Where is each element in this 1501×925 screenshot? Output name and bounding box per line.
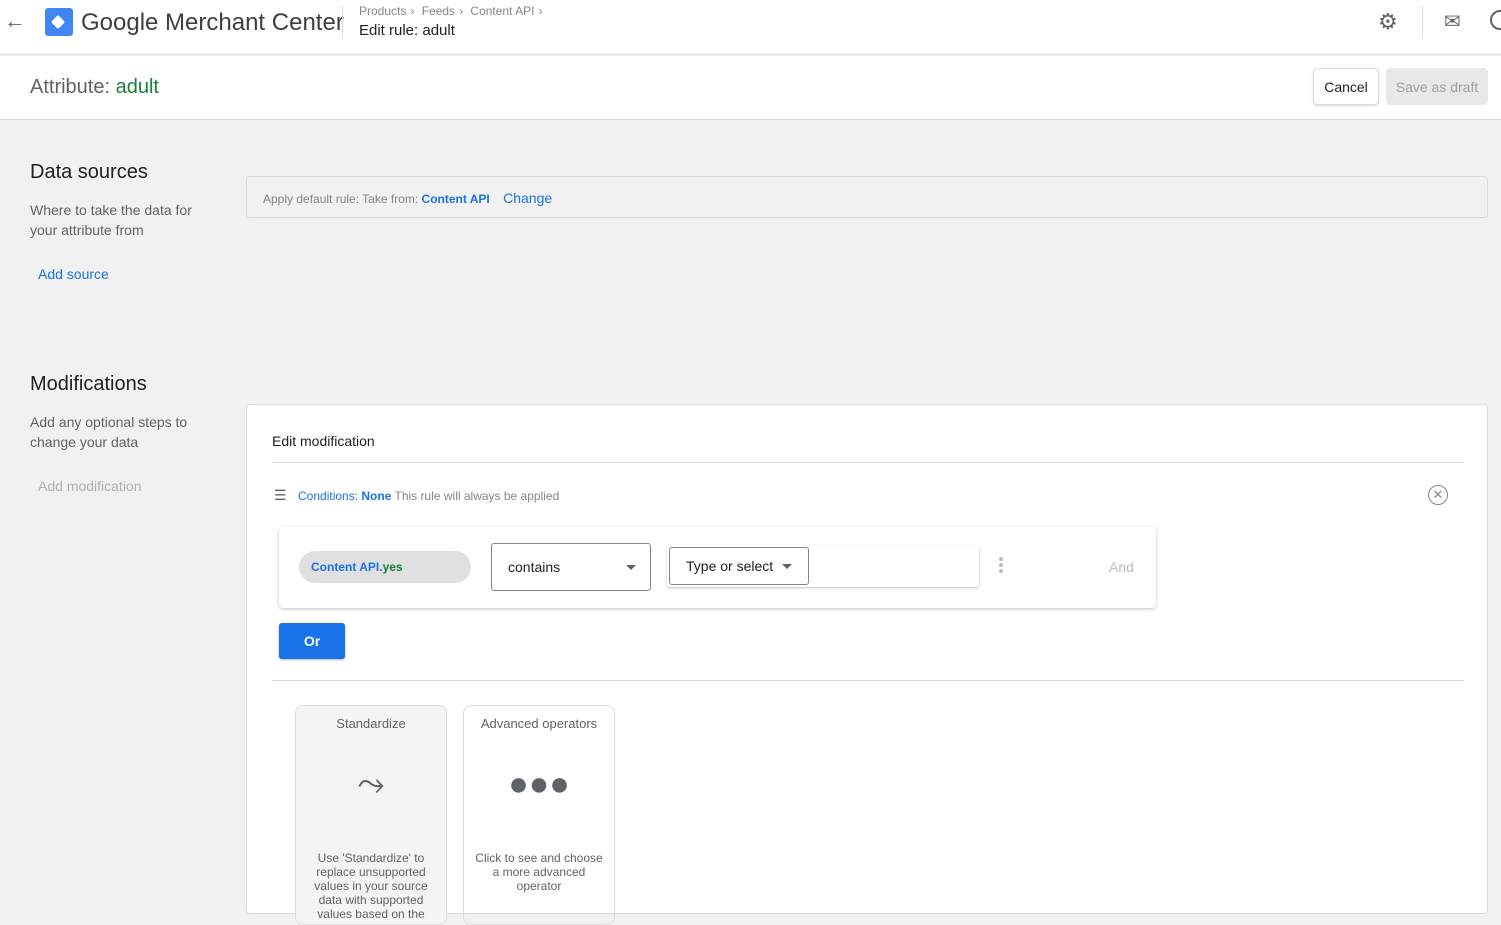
add-modification-link[interactable]: Add modification — [38, 478, 142, 494]
attribute-heading: Attribute: adult — [30, 76, 159, 98]
operator-select[interactable]: contains — [491, 543, 651, 591]
source-name: Content API — [421, 192, 490, 206]
add-source-link[interactable]: Add source — [38, 266, 109, 282]
source-chip[interactable]: Content API.yes — [299, 551, 471, 583]
brand-name: Google Merchant Center — [81, 9, 344, 36]
edit-modification-panel: Edit modification ☰ Conditions: None This… — [246, 404, 1488, 925]
merchant-center-logo-icon — [45, 8, 73, 36]
gear-icon[interactable]: ⚙ — [1378, 9, 1398, 35]
conditions-row[interactable]: ☰ Conditions: None This rule will always … — [274, 487, 559, 504]
cancel-button[interactable]: Cancel — [1313, 68, 1379, 105]
modifications-description: Add any optional steps to change your da… — [30, 414, 188, 450]
help-icon[interactable] — [1490, 10, 1501, 30]
attribute-name: adult — [115, 76, 159, 98]
advanced-operators-card[interactable]: Advanced operators ●●● Click to see and … — [463, 705, 615, 925]
data-sources-description: Where to take the data for your attribut… — [30, 202, 192, 238]
operator-description: Use 'Standardize' to replace unsupported… — [314, 851, 428, 921]
condition-card: Content API.yes contains Type or select … — [279, 527, 1156, 608]
type-or-select-dropdown[interactable]: Type or select — [669, 547, 809, 585]
divider — [272, 680, 1464, 681]
default-rule-box: Apply default rule: Take from: Content A… — [246, 176, 1488, 218]
more-vert-icon[interactable] — [999, 557, 1003, 575]
breadcrumb-content-api[interactable]: Content API — [470, 4, 534, 18]
breadcrumb-feeds[interactable]: Feeds — [422, 4, 455, 18]
mail-icon[interactable]: ✉ — [1444, 9, 1461, 34]
merge-arrow-icon: ⤳ — [357, 765, 385, 803]
edit-modification-title: Edit modification — [272, 433, 375, 449]
more-horiz-icon: ●●● — [508, 765, 570, 803]
page-title: Edit rule: adult — [359, 22, 455, 39]
save-as-draft-button[interactable]: Save as draft — [1386, 68, 1488, 105]
or-button[interactable]: Or — [279, 623, 345, 659]
attribute-bar: Attribute: adult Cancel Save as draft — [0, 56, 1501, 120]
modifications-heading: Modifications — [30, 373, 147, 395]
operator-title: Advanced operators — [480, 716, 598, 731]
divider — [342, 6, 343, 38]
data-sources-heading: Data sources — [30, 161, 148, 183]
back-arrow-icon[interactable]: ← — [4, 8, 26, 34]
close-circle-icon[interactable]: ✕ — [1428, 485, 1448, 505]
standardize-operator-card[interactable]: Standardize ⤳ Use 'Standardize' to repla… — [295, 705, 447, 925]
operator-title: Standardize — [336, 716, 406, 731]
change-link[interactable]: Change — [503, 190, 552, 206]
value-input[interactable]: Type or select — [667, 545, 979, 587]
and-button[interactable]: And — [1109, 559, 1134, 575]
filter-icon: ☰ — [274, 487, 287, 503]
breadcrumb-products[interactable]: Products — [359, 4, 406, 18]
divider — [272, 462, 1464, 463]
operator-description: Click to see and choose a more advanced … — [475, 851, 603, 893]
divider — [1422, 6, 1423, 38]
top-bar: ← Google Merchant Center Products › Feeds… — [0, 0, 1501, 55]
breadcrumb: Products › Feeds › Content API › — [359, 4, 543, 18]
